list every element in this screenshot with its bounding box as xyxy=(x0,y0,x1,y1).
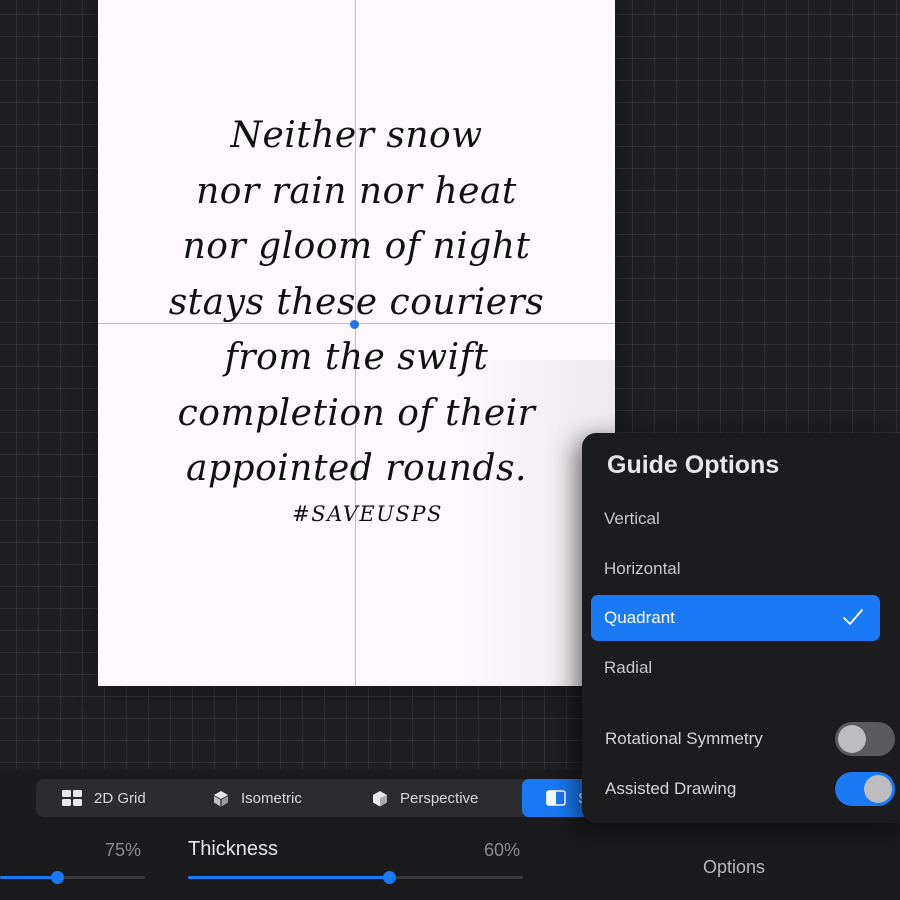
grid-icon xyxy=(62,790,82,806)
thickness-label: Thickness xyxy=(188,838,279,860)
option-vertical[interactable]: Vertical xyxy=(591,496,880,542)
assisted-drawing-row: Assisted Drawing xyxy=(605,770,895,808)
option-label: Quadrant xyxy=(604,608,675,627)
option-label: Radial xyxy=(604,658,653,677)
artwork-line: from the swift xyxy=(224,337,489,378)
artwork-line: nor rain nor heat xyxy=(196,170,517,212)
isometric-cube-icon xyxy=(213,790,229,807)
opacity-slider-fill xyxy=(0,876,57,879)
rotational-symmetry-toggle[interactable] xyxy=(835,722,895,756)
artwork-line: Neither snow xyxy=(230,115,483,156)
rotational-symmetry-row: Rotational Symmetry xyxy=(605,720,895,758)
guide-type-perspective[interactable]: Perspective xyxy=(372,779,478,817)
option-quadrant[interactable]: Quadrant xyxy=(591,595,880,641)
drawing-app: Neither snow nor rain nor heat nor gloom… xyxy=(0,0,900,900)
artwork-line: completion of their xyxy=(177,392,536,434)
opacity-slider-knob[interactable] xyxy=(50,871,64,884)
canvas-page[interactable]: Neither snow nor rain nor heat nor gloom… xyxy=(98,0,615,686)
guide-type-2d-grid[interactable]: 2D Grid xyxy=(62,779,146,817)
artwork-hashtag: #SAVEUSPS xyxy=(292,501,443,526)
opacity-slider[interactable] xyxy=(0,871,145,884)
guide-center-handle[interactable] xyxy=(350,320,359,329)
option-radial[interactable]: Radial xyxy=(591,645,880,691)
option-horizontal[interactable]: Horizontal xyxy=(591,546,880,592)
artwork-line: appointed rounds. xyxy=(186,448,527,489)
toggle-thumb xyxy=(864,775,892,803)
guide-type-label: Perspective xyxy=(400,789,479,807)
rotational-symmetry-label: Rotational Symmetry xyxy=(605,729,763,748)
thickness-value: 60% xyxy=(484,840,521,860)
calligraphy-artwork: Neither snow nor rain nor heat nor gloom… xyxy=(98,108,615,529)
guide-type-label: Isometric xyxy=(241,789,302,807)
option-label: Vertical xyxy=(604,509,660,528)
thickness-slider[interactable] xyxy=(188,871,523,884)
popover-title: Guide Options xyxy=(607,451,780,479)
artwork-line: nor gloom of night xyxy=(182,226,531,267)
perspective-cube-icon xyxy=(372,790,388,807)
guide-type-label: 2D Grid xyxy=(94,789,146,807)
thickness-slider-knob[interactable] xyxy=(383,871,396,884)
toggle-thumb xyxy=(838,725,866,753)
assisted-drawing-label: Assisted Drawing xyxy=(605,779,737,798)
assisted-drawing-toggle[interactable] xyxy=(835,772,895,806)
checkmark-icon xyxy=(842,608,864,631)
guide-options-popover: Guide Options Vertical Horizontal Quadra… xyxy=(582,433,900,823)
option-label: Horizontal xyxy=(604,559,681,578)
thickness-slider-fill xyxy=(188,876,389,879)
symmetry-icon xyxy=(546,790,566,806)
guide-type-isometric[interactable]: Isometric xyxy=(213,779,302,817)
guide-type-selector: 2D Grid Isometric Perspective xyxy=(36,779,660,817)
opacity-value: 75% xyxy=(105,840,142,860)
options-label: Options xyxy=(703,857,766,877)
